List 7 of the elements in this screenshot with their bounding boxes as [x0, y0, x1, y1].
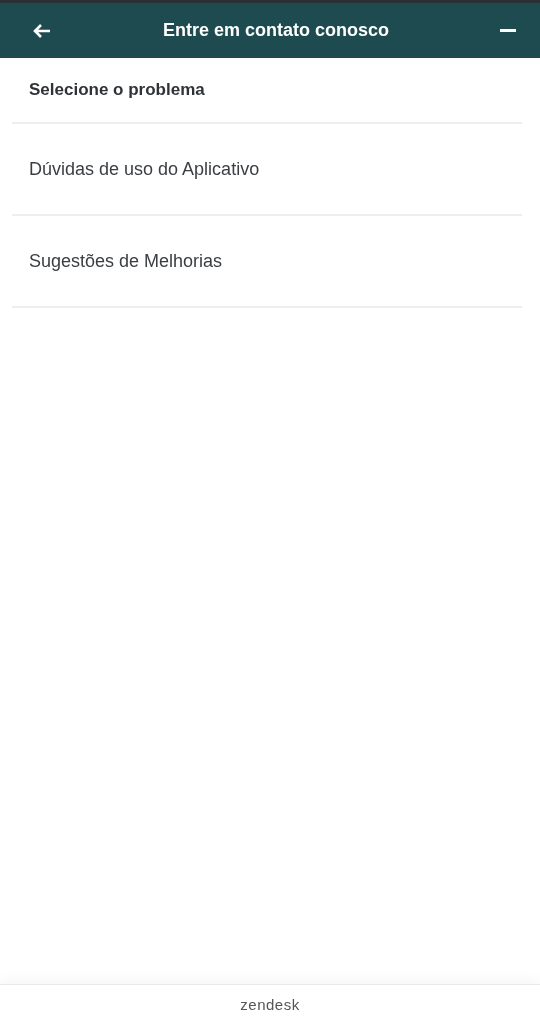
minimize-icon: [500, 28, 516, 33]
brand-logo-text: zendesk: [240, 995, 300, 1013]
problem-option[interactable]: Sugestões de Melhorias: [12, 244, 223, 278]
problem-option[interactable]: Dúvidas de uso do Aplicativo: [12, 152, 260, 186]
section-heading: Selecione o problema: [29, 80, 205, 100]
window-title: Entre em contato conosco: [162, 20, 389, 41]
back-arrow-icon: [32, 22, 52, 39]
